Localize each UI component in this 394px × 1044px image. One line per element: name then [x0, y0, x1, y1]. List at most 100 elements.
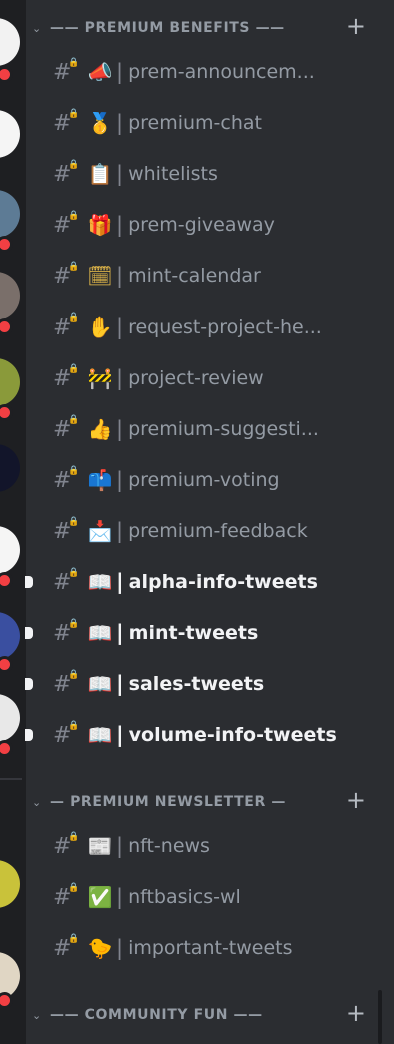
thumbs-up-icon: 👍 [87, 417, 113, 441]
unread-indicator [25, 576, 33, 588]
channel-name: request-project-he... [128, 316, 322, 338]
locked-text-channel-icon: # 🔒 [53, 618, 80, 646]
channel-whitelists[interactable]: # 🔒 📋 | whitelists [26, 151, 372, 197]
channel-name: volume-info-tweets [128, 724, 337, 746]
gift-icon: 🎁 [87, 213, 113, 237]
server-icon[interactable] [0, 272, 20, 320]
unread-indicator [25, 627, 33, 639]
server-icon[interactable] [0, 526, 20, 574]
channel-mint-calendar[interactable]: # 🔒 🗓 | mint-calendar [26, 253, 372, 299]
channel-nft-news[interactable]: # 🔒 📰 | nft-news [26, 823, 372, 869]
locked-text-channel-icon: # 🔒 [53, 261, 80, 289]
channel-alpha-info-tweets[interactable]: # 🔒 📖 | alpha-info-tweets [25, 559, 372, 605]
locked-text-channel-icon: # 🔒 [53, 567, 80, 595]
locked-text-channel-icon: # 🔒 [53, 465, 80, 493]
mention-badge [0, 236, 13, 253]
megaphone-icon: 📣 [87, 60, 113, 84]
locked-text-channel-icon: # 🔒 [53, 669, 80, 697]
medal-icon: 🥇 [87, 111, 113, 135]
category-premium-newsletter[interactable]: ⌄ — PREMIUM NEWSLETTER — + [26, 788, 372, 813]
category-label: —— PREMIUM BENEFITS —— [50, 20, 285, 36]
envelope-arrow-icon: 📩 [87, 519, 113, 543]
locked-text-channel-icon: # 🔒 [53, 414, 80, 442]
locked-text-channel-icon: # 🔒 [53, 108, 80, 136]
channel-mint-tweets[interactable]: # 🔒 📖 | mint-tweets [25, 610, 372, 656]
locked-text-channel-icon: # 🔒 [53, 159, 80, 187]
channel-premium-feedback[interactable]: # 🔒 📩 | premium-feedback [26, 508, 372, 554]
add-channel-icon[interactable]: + [346, 788, 366, 812]
server-icon[interactable] [0, 860, 20, 908]
category-community-fun[interactable]: ⌄ —— COMMUNITY FUN —— + [26, 1001, 372, 1026]
scrollbar-thumb[interactable] [378, 990, 382, 1044]
locked-text-channel-icon: # 🔒 [53, 363, 80, 391]
open-book-icon: 📖 [87, 570, 113, 594]
channel-name: sales-tweets [128, 673, 265, 695]
channel-premium-voting[interactable]: # 🔒 📫 | premium-voting [26, 457, 372, 503]
locked-text-channel-icon: # 🔒 [53, 210, 80, 238]
mention-badge [0, 572, 13, 589]
channel-name: premium-feedback [128, 520, 308, 542]
channel-name: nft-news [128, 835, 210, 857]
locked-text-channel-icon: # 🔒 [53, 882, 80, 910]
channel-volume-info-tweets[interactable]: # 🔒 📖 | volume-info-tweets [25, 712, 372, 758]
channel-important-tweets[interactable]: # 🔒 🐤 | important-tweets [26, 925, 372, 971]
raised-hand-icon: ✋ [87, 315, 113, 339]
rail-divider [0, 778, 22, 780]
channel-sales-tweets[interactable]: # 🔒 📖 | sales-tweets [25, 661, 372, 707]
server-icon[interactable] [0, 694, 20, 742]
channel-premium-suggestions[interactable]: # 🔒 👍 | premium-suggesti... [26, 406, 372, 452]
channel-name: premium-chat [128, 112, 262, 134]
newspaper-icon: 📰 [87, 834, 113, 858]
construction-icon: 🚧 [87, 366, 113, 390]
add-channel-icon[interactable]: + [346, 14, 366, 38]
channel-name: important-tweets [128, 937, 293, 959]
channel-request-project-help[interactable]: # 🔒 ✋ | request-project-he... [26, 304, 372, 350]
channel-prem-announcements[interactable]: # 🔒 📣 | prem-announcem... [26, 49, 372, 95]
mention-badge [0, 318, 13, 335]
server-icon[interactable] [0, 612, 20, 660]
add-channel-icon[interactable]: + [346, 1001, 366, 1025]
open-book-icon: 📖 [87, 723, 113, 747]
mention-badge [0, 66, 13, 83]
locked-text-channel-icon: # 🔒 [53, 831, 80, 859]
server-icon[interactable] [0, 190, 20, 238]
unread-indicator [25, 678, 33, 690]
unread-indicator [25, 729, 33, 741]
locked-text-channel-icon: # 🔒 [53, 312, 80, 340]
channel-name: prem-announcem... [128, 61, 315, 83]
channel-name: nftbasics-wl [128, 886, 241, 908]
channel-name: alpha-info-tweets [128, 571, 318, 593]
mention-badge [0, 992, 13, 1009]
channel-nftbasics-wl[interactable]: # 🔒 ✅ | nftbasics-wl [26, 874, 372, 920]
server-rail [0, 0, 26, 1044]
open-book-icon: 📖 [87, 672, 113, 696]
channel-name: project-review [128, 367, 264, 389]
channel-name: premium-suggesti... [128, 418, 319, 440]
calendar-icon: 🗓 [87, 264, 113, 288]
chick-icon: 🐤 [87, 936, 113, 960]
category-premium-benefits[interactable]: ⌄ —— PREMIUM BENEFITS —— + [26, 14, 372, 39]
mention-badge [0, 656, 13, 673]
server-icon[interactable] [0, 110, 20, 158]
mailbox-icon: 📫 [87, 468, 113, 492]
mention-badge [0, 404, 13, 421]
category-label: — PREMIUM NEWSLETTER — [50, 794, 286, 810]
server-icon[interactable] [0, 358, 20, 406]
clipboard-icon: 📋 [87, 162, 113, 186]
locked-text-channel-icon: # 🔒 [53, 720, 80, 748]
server-icon[interactable] [0, 18, 20, 66]
chevron-down-icon: ⌄ [32, 1008, 42, 1022]
locked-text-channel-icon: # 🔒 [53, 516, 80, 544]
channel-project-review[interactable]: # 🔒 🚧 | project-review [26, 355, 372, 401]
channel-name: mint-calendar [128, 265, 261, 287]
channel-name: prem-giveaway [128, 214, 275, 236]
channel-name: premium-voting [128, 469, 280, 491]
channel-prem-giveaway[interactable]: # 🔒 🎁 | prem-giveaway [26, 202, 372, 248]
chevron-down-icon: ⌄ [32, 21, 42, 35]
open-book-icon: 📖 [87, 621, 113, 645]
channel-premium-chat[interactable]: # 🔒 🥇 | premium-chat [26, 100, 372, 146]
channel-name: mint-tweets [128, 622, 259, 644]
server-icon[interactable] [0, 444, 20, 492]
mention-badge [0, 740, 13, 757]
category-label: —— COMMUNITY FUN —— [50, 1007, 263, 1023]
